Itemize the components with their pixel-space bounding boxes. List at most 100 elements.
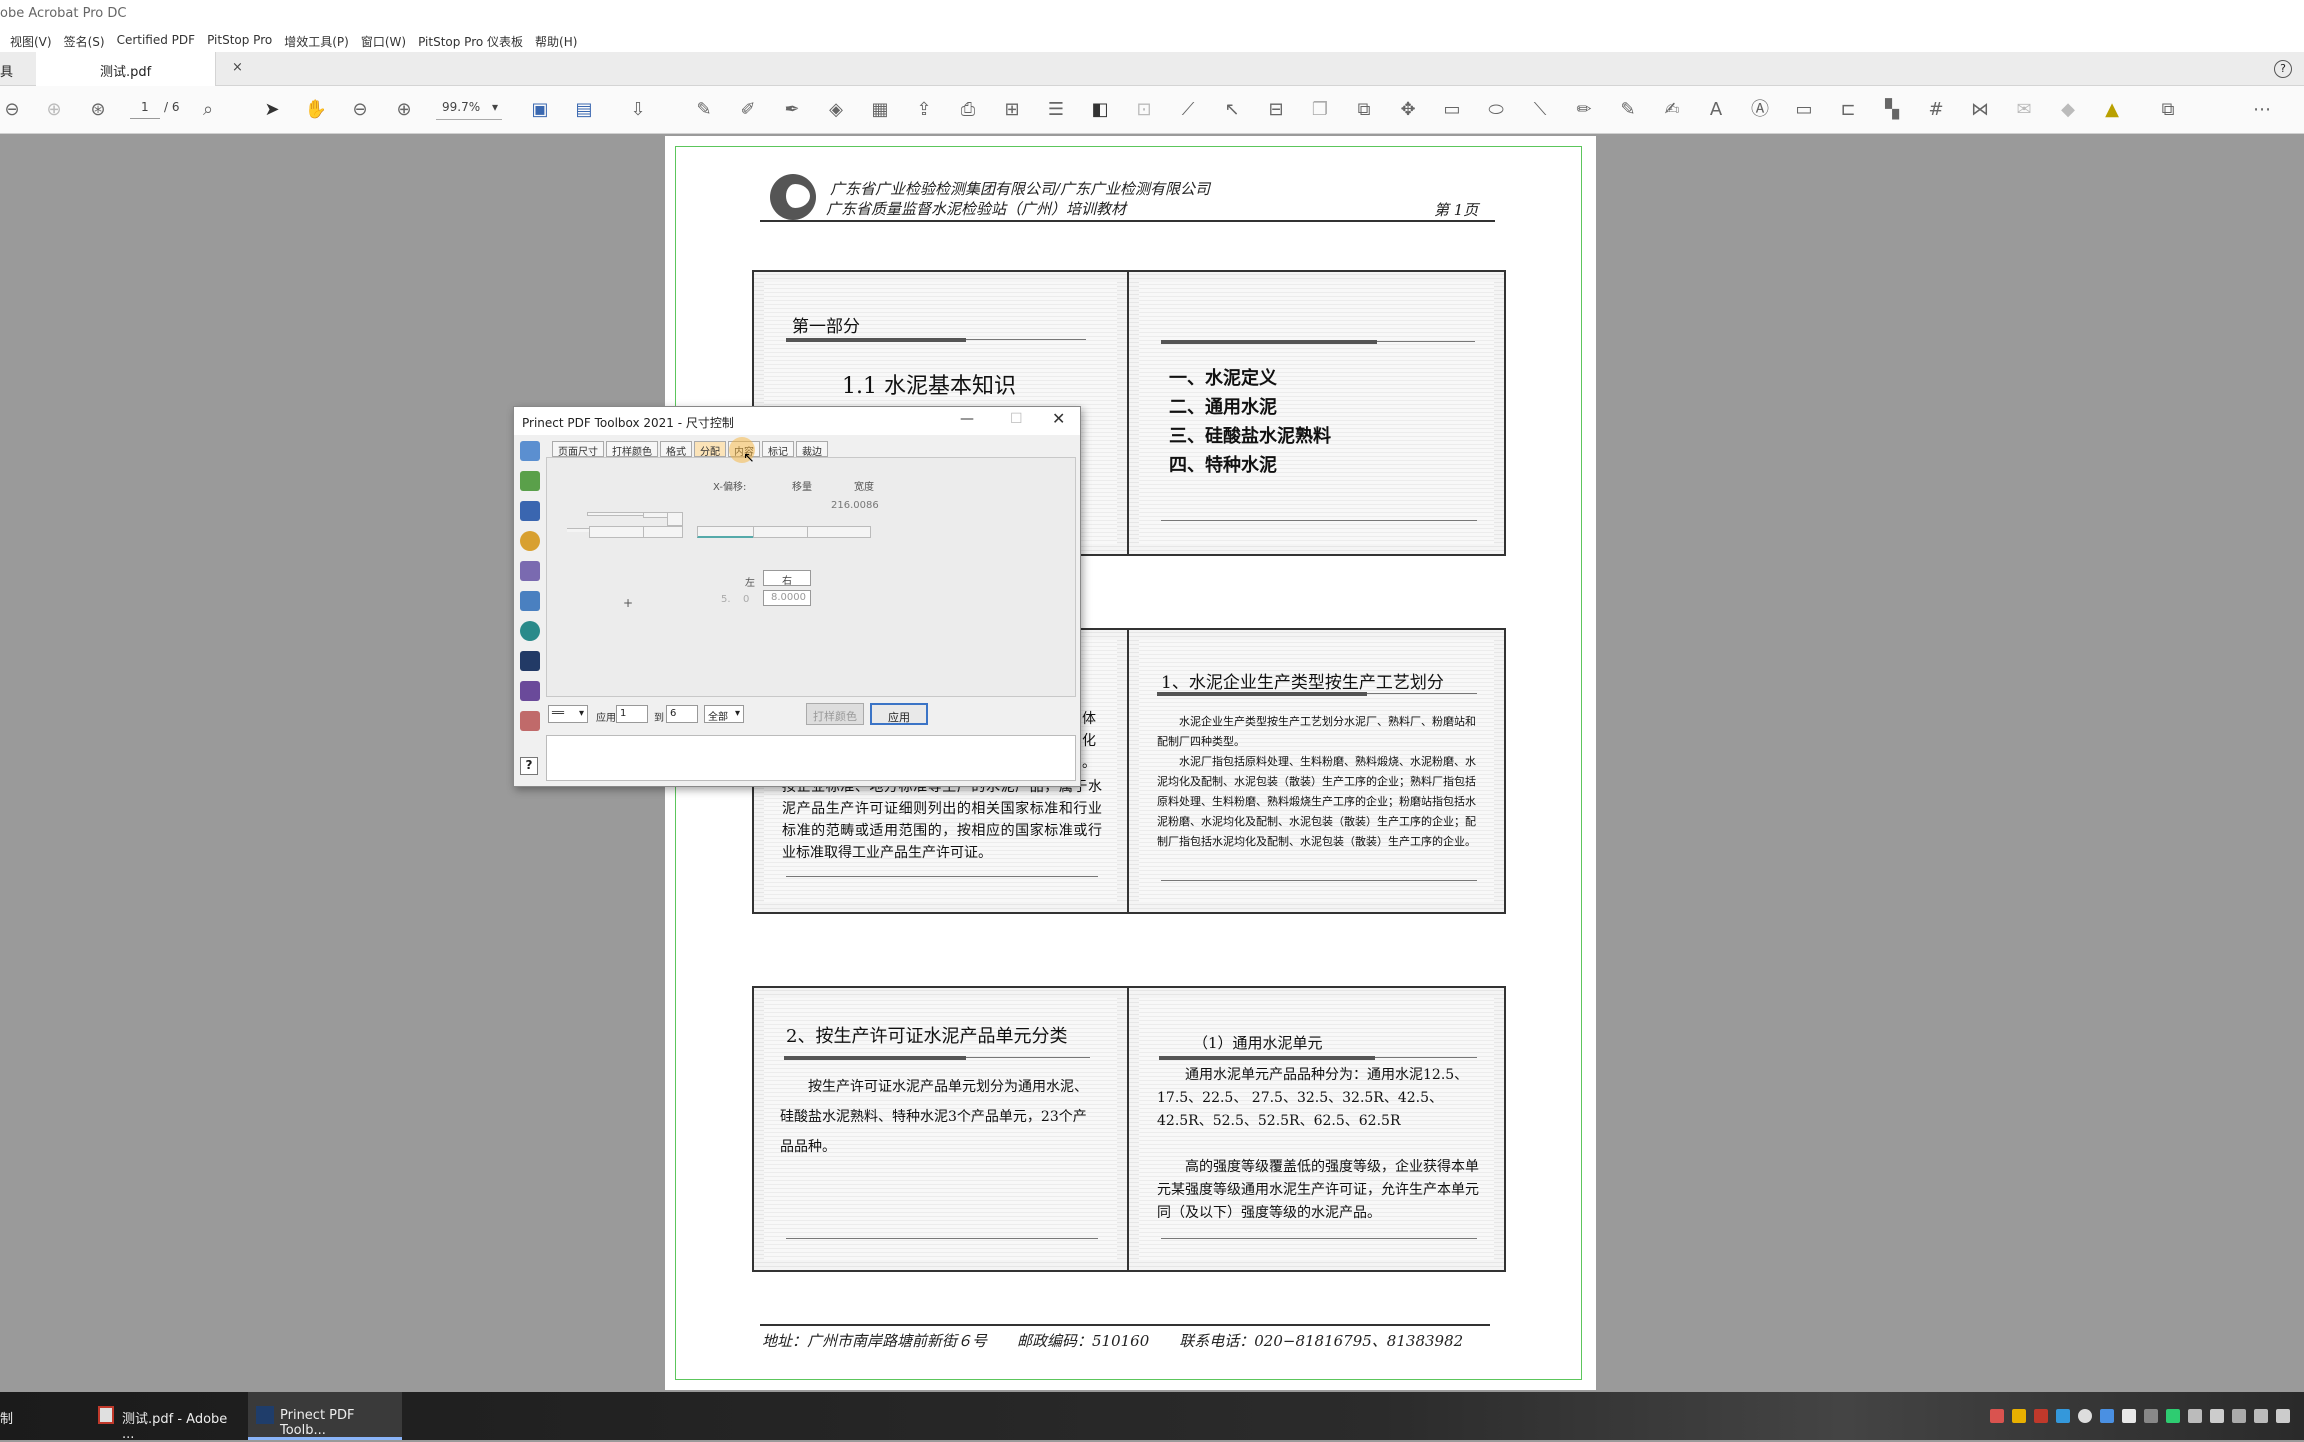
ocr-icon[interactable]: ⊡ bbox=[1132, 98, 1156, 122]
measure-icon[interactable]: ⟋ bbox=[1176, 98, 1200, 122]
zoom-out-icon[interactable]: ⊖ bbox=[348, 98, 372, 122]
tray-window-icon[interactable] bbox=[2122, 1409, 2136, 1423]
prinect-dialog[interactable]: Prinect PDF Toolbox 2021 - 尺寸控制 — ☐ ✕ 页面… bbox=[513, 406, 1081, 787]
export-icon[interactable]: ⇪ bbox=[912, 98, 936, 122]
spinner[interactable] bbox=[667, 512, 683, 526]
pen-edit-icon[interactable]: ✍ bbox=[1660, 98, 1684, 122]
prev-page-icon[interactable]: ⊕ bbox=[42, 98, 66, 122]
organize-icon[interactable]: ☰ bbox=[1044, 98, 1068, 122]
page-number-input[interactable]: 1 bbox=[141, 100, 149, 114]
tab-page-size[interactable]: 页面尺寸 bbox=[552, 441, 604, 458]
select-tool-icon[interactable]: ➤ bbox=[260, 98, 284, 122]
menu-plugins[interactable]: 增效工具(P) bbox=[284, 33, 349, 52]
scroll-mode-icon[interactable]: ⇩ bbox=[626, 98, 650, 122]
print-icon[interactable]: ⎙ bbox=[956, 98, 980, 122]
fit-page-icon[interactable]: ▣ bbox=[528, 98, 552, 122]
redact-icon[interactable]: ◧ bbox=[1088, 98, 1112, 122]
tray-globe-icon[interactable] bbox=[2078, 1409, 2092, 1423]
tools-tab[interactable]: 具 bbox=[0, 61, 13, 80]
comment-icon[interactable]: ✎ bbox=[692, 98, 716, 122]
tray-volume-icon[interactable] bbox=[2276, 1409, 2290, 1423]
tool-measure-icon[interactable] bbox=[520, 501, 540, 521]
tray-user-icon[interactable] bbox=[2144, 1409, 2158, 1423]
menu-window[interactable]: 窗口(W) bbox=[361, 33, 406, 52]
menu-sign[interactable]: 签名(S) bbox=[64, 33, 105, 52]
dialog-help-icon[interactable]: ? bbox=[520, 757, 538, 775]
line-icon[interactable]: ⟍ bbox=[1528, 98, 1552, 122]
menu-certified-pdf[interactable]: Certified PDF bbox=[117, 33, 196, 52]
tool-edit-icon[interactable] bbox=[520, 711, 540, 731]
field-2[interactable] bbox=[643, 526, 683, 538]
crop-marks-icon[interactable]: # bbox=[1924, 98, 1948, 122]
pen-icon[interactable]: ✏ bbox=[1572, 98, 1596, 122]
dialog-title-bar[interactable]: Prinect PDF Toolbox 2021 - 尺寸控制 — ☐ ✕ bbox=[514, 407, 1080, 435]
pen-plus-icon[interactable]: ✎ bbox=[1616, 98, 1640, 122]
tool-stamp-icon[interactable] bbox=[520, 681, 540, 701]
warning-icon[interactable]: ▲ bbox=[2100, 98, 2124, 122]
tool-check-icon[interactable] bbox=[520, 471, 540, 491]
zoom-in-icon[interactable]: ⊕ bbox=[392, 98, 416, 122]
close-icon[interactable]: ✕ bbox=[1052, 409, 1065, 428]
proof-color-button[interactable]: 打样颜色 bbox=[806, 703, 864, 725]
field-b[interactable]: 8.0000 bbox=[763, 590, 811, 606]
crop-icon[interactable]: ⧉ bbox=[1352, 98, 1376, 122]
menu-view[interactable]: 视图(V) bbox=[10, 33, 52, 52]
tool-separation-icon[interactable] bbox=[520, 621, 540, 641]
to-page-input[interactable]: 6 bbox=[666, 705, 698, 723]
help-icon[interactable]: ? bbox=[2274, 60, 2292, 78]
next-page-icon[interactable]: ⊛ bbox=[86, 98, 110, 122]
tab-format[interactable]: 格式 bbox=[660, 441, 692, 458]
tray-wifi-icon[interactable] bbox=[2254, 1409, 2268, 1423]
minimize-icon[interactable]: — bbox=[960, 411, 974, 427]
scope-select[interactable]: 全部 ▾ bbox=[704, 705, 744, 723]
textbox-icon[interactable]: ▭ bbox=[1792, 98, 1816, 122]
zoom-out-tool-icon[interactable]: ⊖ bbox=[0, 98, 24, 122]
tray-snowflake-icon[interactable] bbox=[2056, 1409, 2070, 1423]
font-icon[interactable]: Ⓐ bbox=[1748, 98, 1772, 122]
move-icon[interactable]: ✥ bbox=[1396, 98, 1420, 122]
zoom-chevron-down-icon[interactable]: ▾ bbox=[492, 100, 498, 114]
tray-display-icon[interactable] bbox=[2210, 1409, 2224, 1423]
file-tab[interactable]: 测试.pdf × bbox=[36, 52, 243, 86]
distribute-icon[interactable]: ⋈ bbox=[1968, 98, 1992, 122]
plus-icon[interactable]: + bbox=[623, 596, 633, 610]
stamp-icon[interactable]: ◈ bbox=[824, 98, 848, 122]
object-icon[interactable]: ❐ bbox=[1308, 98, 1332, 122]
pointer-icon[interactable]: ↖ bbox=[1220, 98, 1244, 122]
tray-battery-icon[interactable] bbox=[2188, 1409, 2202, 1423]
tray-shield-icon[interactable] bbox=[2166, 1409, 2180, 1423]
tray-folder-icon[interactable] bbox=[2012, 1409, 2026, 1423]
right-field[interactable]: 右 bbox=[763, 570, 811, 587]
edit-page-icon[interactable]: ▦ bbox=[868, 98, 892, 122]
mail-icon[interactable]: ✉ bbox=[2012, 98, 2036, 122]
more-options-icon[interactable]: ⋯ bbox=[2250, 98, 2274, 122]
from-page-input[interactable]: 1 bbox=[616, 705, 648, 723]
tray-app-icon[interactable] bbox=[2034, 1409, 2048, 1423]
tool-color-icon[interactable] bbox=[520, 531, 540, 551]
tab-distribute[interactable]: 分配 bbox=[694, 441, 726, 458]
tray-gear-icon[interactable] bbox=[1990, 1409, 2004, 1423]
tool-connect-icon[interactable] bbox=[520, 441, 540, 461]
find-page-icon[interactable]: ⌕ bbox=[196, 98, 220, 122]
mode-select[interactable]: ══ ▾ bbox=[548, 705, 588, 723]
callout-icon[interactable]: ⊏ bbox=[1836, 98, 1860, 122]
text-icon[interactable]: A bbox=[1704, 98, 1728, 122]
close-tab-icon[interactable]: × bbox=[232, 60, 243, 75]
ruler-icon[interactable]: ⊟ bbox=[1264, 98, 1288, 122]
hand-tool-icon[interactable]: ✋ bbox=[304, 98, 328, 122]
menu-pitstop-dashboard[interactable]: PitStop Pro 仪表板 bbox=[418, 33, 523, 52]
grid-icon[interactable]: ▚ bbox=[1880, 98, 1904, 122]
field-5[interactable] bbox=[807, 526, 871, 538]
tool-ruler-icon[interactable] bbox=[520, 561, 540, 581]
taskbar-item[interactable]: 制 bbox=[0, 1392, 20, 1440]
rectangle-icon[interactable]: ▭ bbox=[1440, 98, 1464, 122]
taskbar-acrobat[interactable]: 测试.pdf - Adobe ... bbox=[92, 1392, 242, 1442]
taskbar-prinect[interactable]: Prinect PDF Toolb... bbox=[248, 1392, 402, 1440]
apply-button[interactable]: 应用 bbox=[870, 703, 928, 725]
zoom-level-select[interactable]: 99.7% bbox=[442, 100, 480, 114]
layers-icon[interactable]: ⧉ bbox=[2156, 98, 2180, 122]
tool-grid-icon[interactable] bbox=[520, 651, 540, 671]
highlight-icon[interactable]: ✐ bbox=[736, 98, 760, 122]
tab-trim[interactable]: 裁边 bbox=[796, 441, 828, 458]
diamond-icon[interactable]: ◆ bbox=[2056, 98, 2080, 122]
